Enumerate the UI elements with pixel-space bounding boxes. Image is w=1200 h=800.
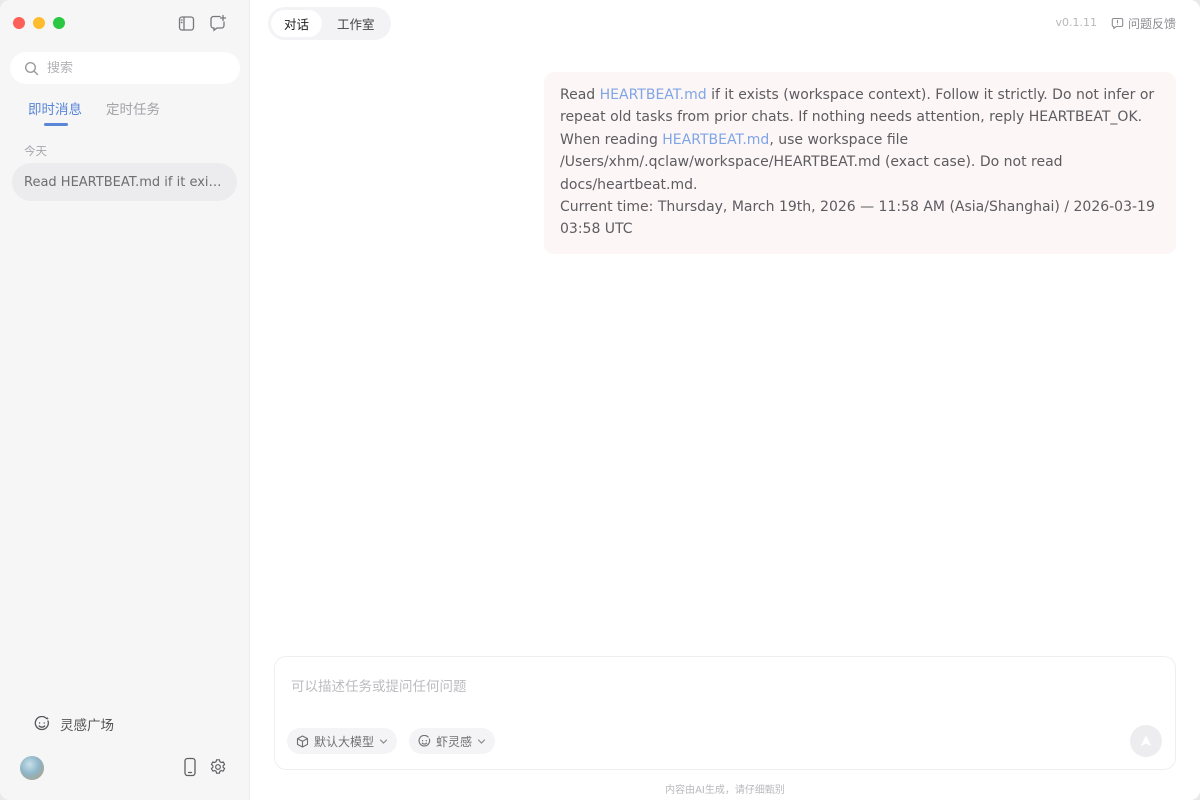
date-group-label: 今天 bbox=[24, 144, 47, 158]
sidebar-top-actions bbox=[177, 14, 227, 32]
model-selector[interactable]: 默认大模型 bbox=[287, 728, 398, 754]
send-arrow-icon bbox=[1140, 735, 1152, 746]
window-controls bbox=[13, 17, 65, 29]
smiley-icon bbox=[34, 716, 49, 731]
minimize-window-button[interactable] bbox=[33, 17, 45, 29]
toggle-sidebar-button[interactable] bbox=[177, 14, 195, 32]
message-line-3: Current time: Thursday, March 19th, 2026… bbox=[560, 199, 1155, 238]
file-link[interactable]: HEARTBEAT.md bbox=[600, 87, 707, 103]
file-link[interactable]: HEARTBEAT.md bbox=[662, 132, 769, 148]
chat-list-item[interactable]: Read HEARTBEAT.md if it exists (workspac… bbox=[12, 163, 237, 201]
shrimp-inspiration-selector[interactable]: 虾灵感 bbox=[409, 728, 496, 754]
mode-switcher: 对话 工作室 bbox=[268, 7, 391, 40]
tab-instant-messages[interactable]: 即时消息 bbox=[28, 98, 82, 126]
new-chat-icon bbox=[210, 14, 227, 32]
settings-button[interactable] bbox=[209, 758, 227, 776]
tab-scheduled-tasks[interactable]: 定时任务 bbox=[106, 98, 160, 126]
shrimp-label: 虾灵感 bbox=[436, 734, 473, 749]
message-text: Read bbox=[560, 87, 600, 103]
close-window-button[interactable] bbox=[13, 17, 25, 29]
version-label: v0.1.11 bbox=[1055, 16, 1098, 29]
feedback-button[interactable]: 问题反馈 bbox=[1111, 15, 1176, 32]
search-input[interactable] bbox=[47, 60, 227, 76]
phone-icon bbox=[184, 757, 196, 777]
chevron-down-icon bbox=[379, 738, 388, 744]
sidebar-tabs: 即时消息 定时任务 bbox=[28, 98, 160, 126]
search-icon bbox=[24, 61, 39, 75]
mobile-device-button[interactable] bbox=[181, 757, 199, 777]
message-text: When reading bbox=[560, 131, 663, 148]
message-line-1: Read HEARTBEAT.md if it exists (workspac… bbox=[560, 84, 1160, 129]
sidebar-panel-icon bbox=[178, 15, 194, 31]
cube-icon bbox=[296, 734, 309, 748]
tab-studio[interactable]: 工作室 bbox=[324, 10, 388, 37]
message-input[interactable] bbox=[291, 675, 1091, 699]
send-button[interactable] bbox=[1130, 725, 1162, 757]
chevron-down-icon bbox=[477, 738, 486, 744]
main-panel: 对话 工作室 v0.1.11 问题反馈 Read HEARTBEAT.md if… bbox=[250, 0, 1200, 800]
tab-chat[interactable]: 对话 bbox=[271, 10, 323, 37]
sidebar-bottom-actions bbox=[181, 757, 227, 777]
user-avatar[interactable] bbox=[20, 756, 44, 780]
user-message-bubble: Read HEARTBEAT.md if it exists (workspac… bbox=[544, 72, 1176, 254]
search-box[interactable] bbox=[10, 52, 240, 84]
app-window: 即时消息 定时任务 今天 Read HEARTBEAT.md if it exi… bbox=[0, 0, 1200, 800]
sidebar: 即时消息 定时任务 今天 Read HEARTBEAT.md if it exi… bbox=[0, 0, 250, 800]
message-line-2: When reading HEARTBEAT.md, use workspace… bbox=[560, 129, 1160, 196]
chat-item-title: Read HEARTBEAT.md if it exists (workspac… bbox=[24, 174, 225, 190]
new-chat-button[interactable] bbox=[209, 14, 227, 32]
feedback-label: 问题反馈 bbox=[1127, 17, 1176, 31]
model-label: 默认大模型 bbox=[314, 734, 375, 749]
inspiration-plaza-link[interactable]: 灵感广场 bbox=[34, 714, 114, 734]
message-composer: 默认大模型 虾灵感 bbox=[274, 656, 1176, 770]
gear-icon bbox=[210, 759, 226, 774]
ai-disclaimer: 内容由AI生成，请仔细甄别 bbox=[665, 785, 785, 796]
smiley-icon bbox=[418, 734, 431, 746]
feedback-icon bbox=[1111, 17, 1124, 30]
inspiration-label: 灵感广场 bbox=[60, 718, 114, 734]
maximize-window-button[interactable] bbox=[53, 17, 65, 29]
